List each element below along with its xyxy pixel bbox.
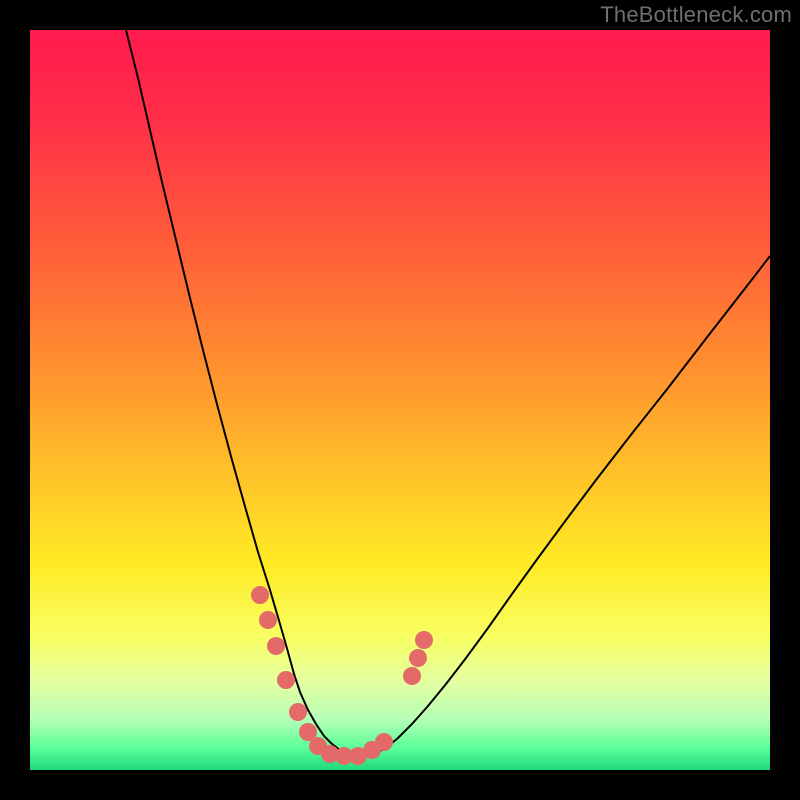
plot-area — [30, 30, 770, 770]
highlight-dot — [289, 703, 307, 721]
highlight-dot — [403, 667, 421, 685]
highlight-dot — [267, 637, 285, 655]
highlight-dot — [277, 671, 295, 689]
chart-frame: TheBottleneck.com — [0, 0, 800, 800]
highlight-dot — [409, 649, 427, 667]
watermark-text: TheBottleneck.com — [600, 2, 792, 28]
highlight-dot — [375, 733, 393, 751]
highlight-dot — [251, 586, 269, 604]
highlight-dot — [259, 611, 277, 629]
plot-svg — [30, 30, 770, 770]
highlight-dot — [415, 631, 433, 649]
